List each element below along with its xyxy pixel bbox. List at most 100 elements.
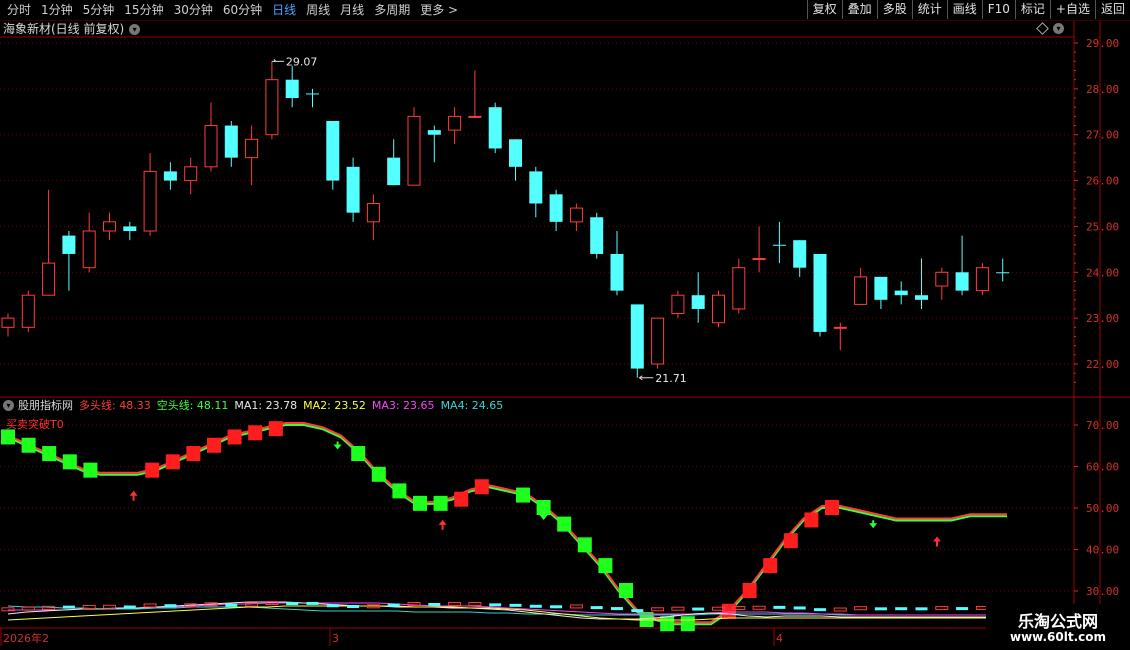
xaxis-label: 4: [776, 632, 783, 645]
indicator-tick-label: 70.00: [1086, 419, 1119, 432]
price-tick-label: 23.00: [1086, 312, 1119, 325]
signal-block: [433, 495, 448, 511]
bull-line-value: 多头线: 48.33: [79, 399, 151, 412]
mini-candle: [448, 602, 462, 607]
candle-body: [813, 253, 827, 332]
site-watermark: 乐淘公式网 www.60lt.com: [986, 604, 1130, 650]
signal-block: [62, 454, 77, 470]
indicator-tick-label: 60.00: [1086, 461, 1119, 474]
signal-block: [21, 437, 36, 453]
watermark-url: www.60lt.com: [1009, 630, 1107, 644]
candle-body: [143, 170, 157, 232]
candle-body: [833, 326, 847, 329]
candle-body: [529, 171, 543, 204]
candle-body: [732, 267, 746, 310]
signal-block: [42, 446, 57, 462]
bear-line-value: 空头线: 48.11: [156, 399, 229, 412]
signal-block: [371, 466, 386, 482]
candle-body: [62, 235, 76, 254]
candle-body: [468, 115, 482, 118]
signal-block: [557, 516, 572, 532]
mini-candle: [387, 603, 400, 607]
price-tick-label: 22.00: [1086, 358, 1119, 371]
candle-body: [265, 79, 279, 136]
candle-body: [691, 295, 705, 309]
candle-body: [651, 317, 665, 365]
price-tick-label: 28.00: [1086, 83, 1119, 96]
mini-candle: [752, 605, 766, 610]
price-tick-label: 29.00: [1086, 37, 1119, 50]
signal-block: [516, 487, 530, 503]
signal-block: [742, 583, 757, 598]
signal-block: [207, 437, 221, 453]
signal-block: [145, 462, 160, 478]
mini-candle: [225, 603, 238, 607]
mini-candle: [164, 604, 177, 608]
ma4-value: MA4: 24.65: [440, 399, 504, 412]
candle-body: [671, 294, 685, 315]
mini-candle: [611, 607, 623, 611]
candle-body: [772, 244, 786, 246]
indicator-tick-label: 30.00: [1086, 585, 1119, 598]
candle-body: [752, 258, 766, 261]
signal-block: [186, 446, 201, 462]
candle-body: [366, 202, 380, 223]
mini-candle: [509, 603, 522, 607]
signal-block: [660, 616, 675, 632]
chevron-down-icon[interactable]: ▾: [3, 400, 14, 411]
mini-candle: [590, 606, 603, 610]
mini-candle: [895, 607, 908, 611]
high-price-label: 29.07: [286, 55, 318, 68]
chart-canvas[interactable]: 29.00 28.00 27.00 26.00 25.00 24.00 23.00 22.00…: [0, 0, 1130, 650]
ma1-value: MA1: 23.78: [234, 399, 298, 412]
mini-candle: [550, 605, 563, 609]
candle-body: [955, 272, 969, 291]
signal-block: [680, 616, 695, 632]
low-price-label: 21.71: [655, 372, 687, 385]
mini-candle: [326, 604, 339, 608]
candle-body: [387, 157, 401, 186]
candle-body: [793, 240, 807, 268]
candle-body: [448, 115, 462, 131]
signal-block: [825, 500, 839, 515]
candle-body: [1, 317, 15, 328]
indicator-name[interactable]: 股朋指标网: [18, 398, 73, 413]
candle-body: [184, 166, 198, 182]
signal-block: [1, 429, 15, 445]
candle-body: [569, 207, 583, 223]
mini-candle: [915, 607, 928, 611]
indicator-title-bar: ▾ 股朋指标网 多头线: 48.33 空头线: 48.11 MA1: 23.78…: [3, 398, 509, 413]
candle-body: [245, 138, 259, 159]
signal-block: [83, 462, 98, 478]
candle-body: [915, 295, 928, 300]
candle-body: [123, 226, 137, 232]
signal-block: [392, 483, 407, 499]
mini-candle: [245, 602, 259, 607]
xaxis-label: 3: [332, 632, 339, 645]
candle-body: [42, 262, 56, 296]
mini-candle: [489, 603, 502, 607]
candle-body: [163, 171, 177, 181]
mini-candle: [1, 607, 15, 612]
candle-body: [407, 115, 421, 186]
mini-candle: [123, 605, 136, 609]
candle-body: [346, 166, 360, 213]
candle-body: [630, 304, 644, 369]
candle-body: [21, 294, 35, 328]
signal-block: [268, 421, 283, 437]
ma-line-3: [7, 601, 1007, 620]
candle-body: [996, 272, 1010, 274]
signal-block: [227, 429, 242, 445]
mini-candle: [874, 607, 887, 611]
signal-block: [783, 533, 798, 549]
indicator-tick-label: 50.00: [1086, 502, 1119, 515]
candle-body: [549, 194, 563, 222]
signal-block: [474, 479, 489, 495]
mini-candle: [428, 603, 441, 606]
watermark-title: 乐淘公式网: [1017, 612, 1098, 631]
mini-candle: [956, 607, 969, 611]
mini-candle: [143, 603, 157, 608]
signal-block: [248, 425, 263, 441]
candle-body: [935, 271, 949, 287]
indicator-tick-label: 40.00: [1086, 544, 1119, 557]
